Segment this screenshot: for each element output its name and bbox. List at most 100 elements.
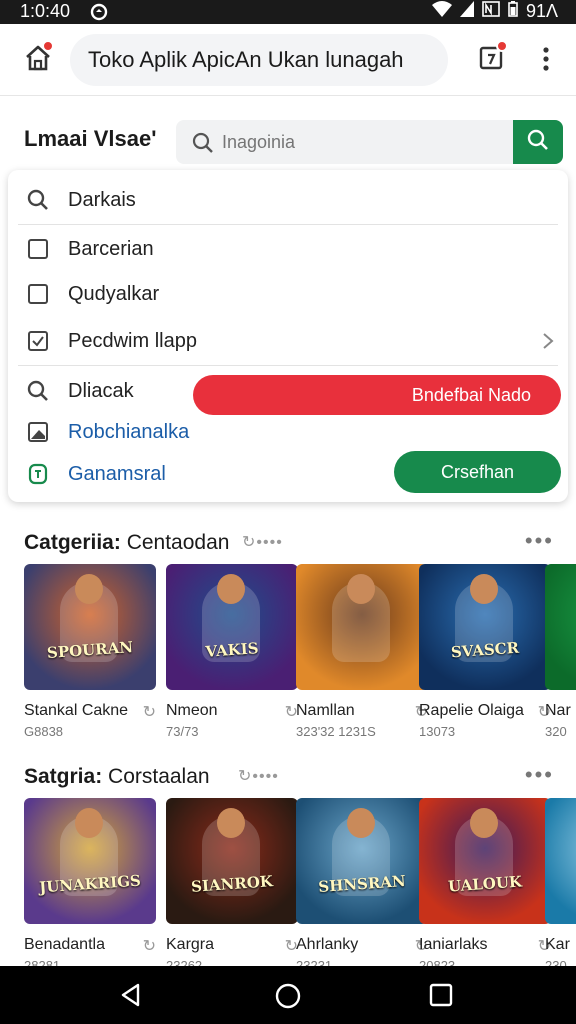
character-head <box>217 808 245 838</box>
game-name: Nmeon <box>166 702 218 719</box>
back-icon <box>121 983 140 1007</box>
game-card[interactable]: SIANROKKargra↻23262 <box>166 798 298 973</box>
game-card[interactable]: Namllan ↻ 323'32 1231S <box>296 564 428 739</box>
nfc-icon <box>482 1 500 22</box>
section-header: Catgeriia: Centaodan ↻•••• ••• <box>24 528 554 558</box>
game-card[interactable]: Nar 320 <box>545 564 576 739</box>
game-name: Nar <box>545 702 571 719</box>
search-box[interactable] <box>176 120 514 164</box>
loading-dots-icon: ↻•••• <box>242 534 283 551</box>
game-name-row: Benadantla ↻ <box>24 936 156 954</box>
dropdown-item-label: Barcerian <box>68 237 154 260</box>
character-head <box>470 574 498 604</box>
section-header: Satgria: Corstaalan ↻•••• ••• <box>24 762 554 792</box>
game-name: Ianiarlaks <box>419 936 488 953</box>
signal-icon <box>459 1 474 22</box>
status-bar: 1:0:40 91Λ <box>0 0 576 24</box>
game-name-row: Ahrlanky ↻ <box>296 936 428 954</box>
section-more-button[interactable]: ••• <box>525 528 554 554</box>
search-icon <box>8 379 68 403</box>
dropdown-item-label: Pecdwim llapp <box>68 329 197 352</box>
game-thumbnail[interactable]: SPOURAN <box>24 564 156 690</box>
game-name-row: Kargra ↻ <box>166 936 298 954</box>
game-logo-art: UALOUK <box>447 872 523 896</box>
checkbox-empty-icon[interactable] <box>8 283 68 305</box>
notification-dot <box>42 40 54 52</box>
game-thumbnail[interactable] <box>545 798 576 924</box>
character-head <box>347 574 375 604</box>
checkbox-checked-icon[interactable] <box>8 330 68 352</box>
dropdown-item[interactable]: Robchianalka <box>8 409 568 455</box>
dropdown-item-label: Darkais <box>68 188 136 211</box>
game-logo-art <box>554 866 576 902</box>
calendar-button[interactable] <box>476 40 510 76</box>
game-card[interactable]: SVASCR Rapelie Olaiga ↻ 13073 <box>419 564 551 739</box>
refresh-icon: ↻ <box>142 938 156 954</box>
game-meta: 73/73 <box>166 724 199 739</box>
checkbox-empty-icon[interactable] <box>8 238 68 260</box>
game-card[interactable]: UALOUKIaniarlaks↻20823 <box>419 798 551 973</box>
card-row: SPOURAN Stankal Cakne ↻ G8838 VAKIS Nmeon ↻ 73/… <box>0 564 576 764</box>
shield-icon <box>8 463 68 485</box>
game-thumbnail[interactable]: SIANROK <box>166 798 298 924</box>
game-logo-art: SHNSRAN <box>317 871 407 897</box>
dropdown-item[interactable]: Qudyalkar <box>8 271 568 317</box>
back-button[interactable] <box>118 982 144 1013</box>
game-name-row: Stankal Cakne ↻ <box>24 702 156 720</box>
dropdown-item[interactable]: Barcerian <box>8 226 568 272</box>
dropdown-item-label: Qudyalkar <box>68 282 160 305</box>
dropdown-item-label: Robchianalka <box>68 420 190 443</box>
home-button[interactable] <box>22 40 58 78</box>
game-thumbnail[interactable] <box>296 564 428 690</box>
game-logo-art: SIANROK <box>190 872 274 896</box>
game-thumbnail[interactable]: SVASCR <box>419 564 551 690</box>
game-name: Ahrlanky <box>296 936 359 953</box>
dropdown-item[interactable]: Pecdwim llapp <box>8 318 568 364</box>
home-nav-button[interactable] <box>274 982 302 1015</box>
dropdown-item-label: Dliacak <box>68 379 134 402</box>
status-time: 1:0:40 <box>20 1 71 21</box>
game-name: Rapelie Olaiga <box>419 702 524 719</box>
search-icon <box>8 188 68 212</box>
home-circle-icon <box>275 983 301 1009</box>
game-card[interactable]: Kar230 <box>545 798 576 973</box>
game-thumbnail[interactable]: VAKIS <box>166 564 298 690</box>
game-meta: G8838 <box>24 724 64 739</box>
game-logo-art: JUNAKRIGS <box>38 871 142 897</box>
character-head <box>217 574 245 604</box>
game-name-row: Nmeon ↻ <box>166 702 298 720</box>
game-name-row: Nar <box>545 702 576 720</box>
game-card[interactable]: SHNSRANAhrlanky↻23231 <box>296 798 428 973</box>
search-dropdown: Darkais Barcerian Qudyalkar Pecdwim llap… <box>8 170 568 502</box>
character-head <box>75 808 103 838</box>
section-title: Catgeriia: Centaodan <box>24 531 229 555</box>
search-input[interactable] <box>222 120 502 164</box>
home-icon <box>22 45 54 78</box>
game-logo-art <box>554 632 576 668</box>
game-name-row: Rapelie Olaiga ↻ <box>419 702 551 720</box>
notification-dot <box>496 40 508 52</box>
section-title-rest: Centaodan <box>126 531 230 554</box>
recents-button[interactable] <box>428 982 454 1013</box>
character-head <box>75 574 103 604</box>
section-title: Satgria: Corstaalan <box>24 765 210 789</box>
game-card[interactable]: JUNAKRIGSBenadantla↻28281 <box>24 798 156 973</box>
overflow-menu-button[interactable] <box>532 44 560 74</box>
recents-icon <box>429 983 453 1007</box>
game-thumbnail[interactable]: UALOUK <box>419 798 551 924</box>
game-thumbnail[interactable]: JUNAKRIGS <box>24 798 156 924</box>
game-thumbnail[interactable] <box>545 564 576 690</box>
game-card[interactable]: VAKIS Nmeon ↻ 73/73 <box>166 564 298 739</box>
refresh-icon: ↻ <box>142 704 156 720</box>
game-thumbnail[interactable]: SHNSRAN <box>296 798 428 924</box>
dropdown-item[interactable]: Darkais <box>8 177 568 223</box>
section-more-button[interactable]: ••• <box>525 762 554 788</box>
search-section-label: Lmaai Vlsae' <box>24 126 157 151</box>
app-title: Toko Aplik ApicAn Ukan lunagah <box>70 34 448 86</box>
game-name: Benadantla <box>24 936 105 953</box>
game-card[interactable]: SPOURAN Stankal Cakne ↻ G8838 <box>24 564 156 739</box>
search-submit-button[interactable] <box>513 120 563 164</box>
game-name-row: Namllan ↻ <box>296 702 428 720</box>
divider <box>18 224 558 225</box>
primary-green-button[interactable]: Crsefhan <box>394 451 561 493</box>
